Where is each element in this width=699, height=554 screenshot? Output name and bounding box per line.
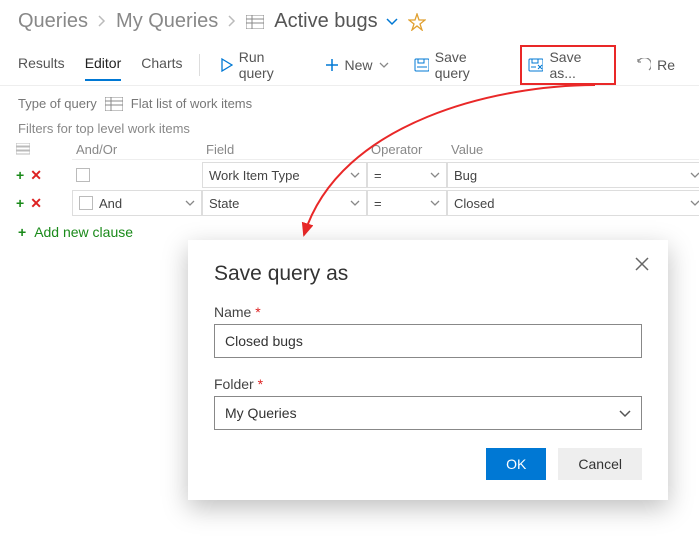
chevron-down-icon [350, 172, 360, 179]
save-query-button[interactable]: Save query [408, 45, 508, 85]
delete-row-icon[interactable]: ✕ [30, 195, 42, 212]
add-new-clause-label: Add new clause [34, 224, 133, 240]
folder-field-group: Folder * My Queries [214, 376, 642, 430]
chevron-down-icon [619, 405, 631, 421]
save-query-label: Save query [435, 49, 502, 81]
undo-label: Re [657, 57, 675, 73]
field-dropdown[interactable]: Work Item Type [202, 162, 367, 188]
chevron-down-icon[interactable] [386, 18, 398, 26]
filters-col-andor: And/Or [72, 140, 202, 160]
undo-icon [635, 58, 651, 72]
andor-cell [72, 168, 202, 182]
tab-results[interactable]: Results [18, 49, 65, 81]
delete-row-icon[interactable]: ✕ [30, 167, 42, 184]
new-button[interactable]: New [319, 53, 395, 77]
ok-button[interactable]: OK [486, 448, 546, 480]
breadcrumb-mid[interactable]: My Queries [116, 10, 218, 33]
close-button[interactable] [634, 256, 650, 275]
breadcrumb-title-text: Active bugs [274, 10, 377, 33]
value-value: Bug [454, 168, 477, 183]
type-of-query-label: Type of query [18, 96, 97, 111]
row-controls: + ✕ [12, 195, 72, 212]
play-icon [221, 58, 232, 72]
chevron-down-icon [430, 200, 440, 207]
name-field-group: Name * Closed bugs [214, 304, 642, 358]
breadcrumb-root[interactable]: Queries [18, 10, 88, 33]
tab-toolbar-row: Results Editor Charts Run query New Save… [0, 39, 699, 86]
chevron-down-icon [379, 62, 389, 69]
run-query-button[interactable]: Run query [215, 45, 305, 85]
filters-grid: And/Or Field Operator Value + ✕ Work Ite… [0, 140, 699, 216]
value-dropdown[interactable]: Closed [447, 190, 699, 216]
dialog-buttons: OK Cancel [214, 448, 642, 480]
required-icon: * [255, 304, 260, 320]
breadcrumb: Queries My Queries Active bugs [0, 0, 699, 39]
chevron-right-icon [228, 10, 236, 33]
chevron-right-icon [98, 10, 106, 33]
operator-value: = [374, 196, 382, 211]
chevron-down-icon [350, 200, 360, 207]
add-row-icon[interactable]: + [16, 195, 24, 211]
type-of-query-value[interactable]: Flat list of work items [131, 96, 252, 111]
save-as-label: Save as... [549, 49, 607, 81]
name-input-value: Closed bugs [225, 333, 303, 349]
andor-value: And [99, 196, 122, 211]
save-icon [414, 58, 429, 72]
list-icon [246, 15, 264, 29]
operator-value: = [374, 168, 382, 183]
andor-dropdown[interactable]: And [72, 190, 202, 216]
star-icon[interactable] [408, 13, 426, 31]
separator [199, 54, 200, 76]
filters-col-field: Field [202, 140, 367, 160]
filters-col-value: Value [447, 140, 699, 160]
save-as-button[interactable]: Save as... [520, 45, 615, 85]
row-checkbox[interactable] [76, 168, 90, 182]
row-checkbox[interactable] [79, 196, 93, 210]
required-icon: * [258, 376, 263, 392]
filters-col-blank [12, 141, 72, 160]
folder-label-text: Folder [214, 376, 254, 392]
chevron-down-icon [690, 200, 699, 207]
chevron-down-icon [690, 172, 699, 179]
breadcrumb-title[interactable]: Active bugs [274, 10, 397, 33]
plus-icon: + [18, 224, 26, 240]
filters-col-operator: Operator [367, 140, 447, 160]
type-of-query-row: Type of query Flat list of work items [0, 86, 699, 117]
add-row-icon[interactable]: + [16, 167, 24, 183]
tab-charts[interactable]: Charts [141, 49, 182, 81]
rows-icon [16, 143, 30, 158]
tab-editor[interactable]: Editor [85, 49, 122, 81]
folder-dropdown[interactable]: My Queries [214, 396, 642, 430]
plus-icon [325, 58, 339, 72]
field-dropdown[interactable]: State [202, 190, 367, 216]
dialog-title: Save query as [214, 262, 642, 286]
undo-button[interactable]: Re [629, 53, 681, 77]
name-label: Name * [214, 304, 642, 320]
row-controls: + ✕ [12, 167, 72, 184]
operator-dropdown[interactable]: = [367, 190, 447, 216]
name-label-text: Name [214, 304, 251, 320]
run-query-label: Run query [239, 49, 300, 81]
field-value: Work Item Type [209, 168, 300, 183]
field-value: State [209, 196, 239, 211]
save-query-as-dialog: Save query as Name * Closed bugs Folder … [188, 240, 668, 500]
chevron-down-icon [430, 172, 440, 179]
flat-list-icon [105, 97, 123, 111]
cancel-button[interactable]: Cancel [558, 448, 642, 480]
save-as-icon [528, 58, 543, 72]
operator-dropdown[interactable]: = [367, 162, 447, 188]
value-dropdown[interactable]: Bug [447, 162, 699, 188]
value-value: Closed [454, 196, 494, 211]
tabs: Results Editor Charts [18, 49, 183, 81]
name-input[interactable]: Closed bugs [214, 324, 642, 358]
chevron-down-icon [185, 200, 195, 207]
folder-value: My Queries [225, 405, 297, 421]
filters-heading: Filters for top level work items [0, 117, 699, 140]
new-label: New [345, 57, 373, 73]
folder-label: Folder * [214, 376, 642, 392]
close-icon [634, 256, 650, 272]
